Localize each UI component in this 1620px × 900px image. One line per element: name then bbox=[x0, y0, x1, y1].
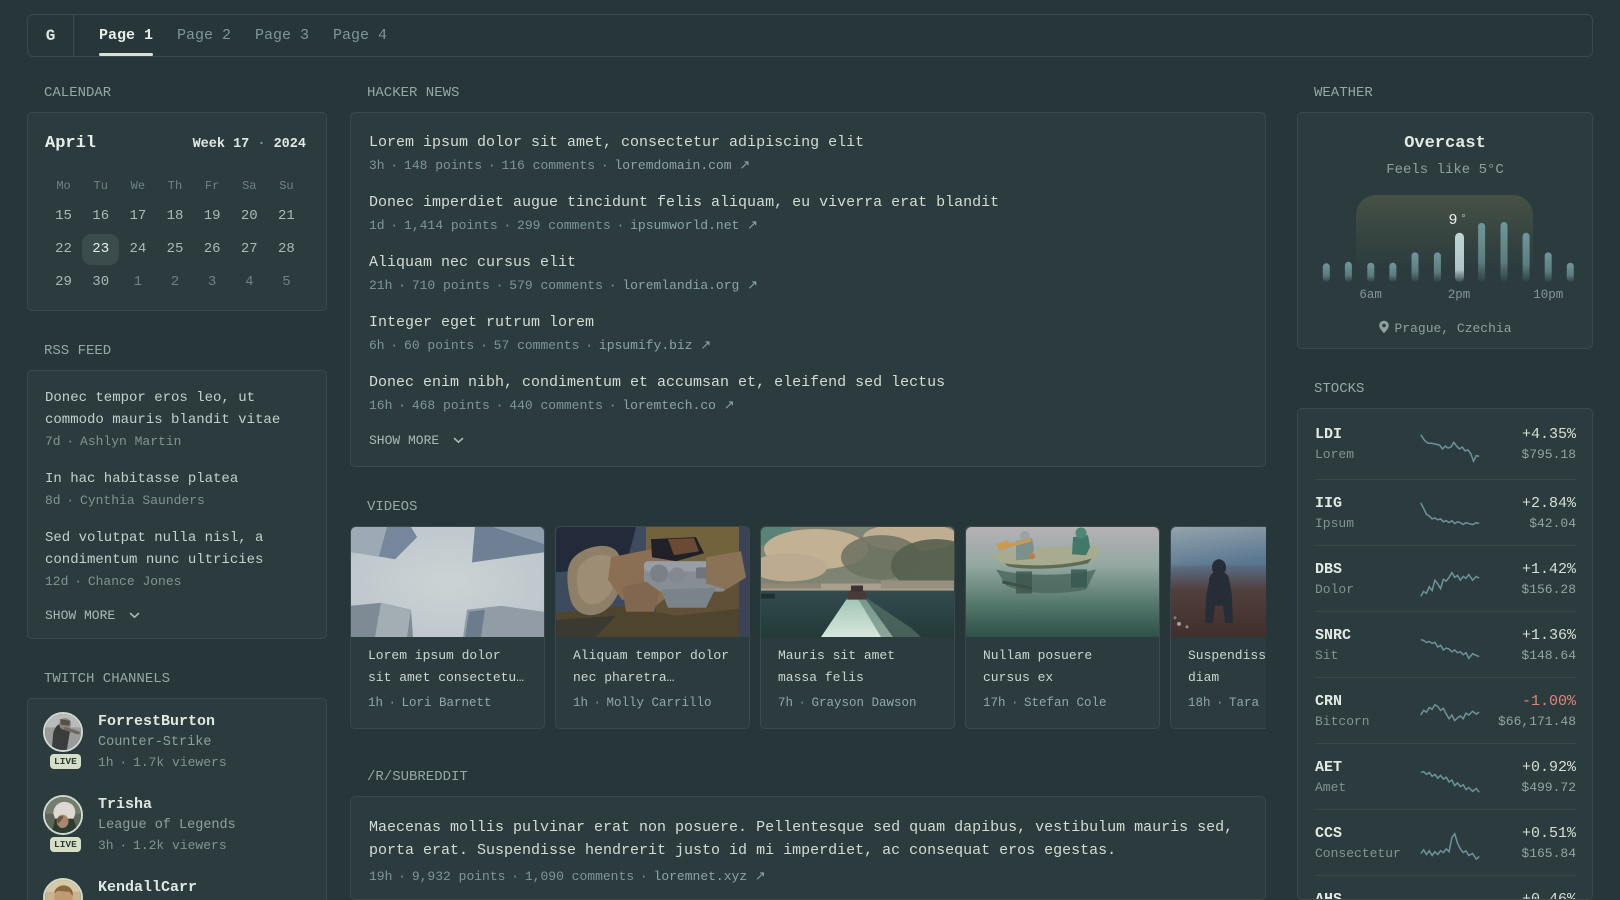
svg-text:9: 9 bbox=[1448, 212, 1457, 229]
svg-text:2pm: 2pm bbox=[1448, 288, 1471, 302]
svg-text:10pm: 10pm bbox=[1533, 288, 1563, 302]
svg-text:°: ° bbox=[1460, 213, 1466, 225]
svg-text:6am: 6am bbox=[1359, 288, 1382, 302]
